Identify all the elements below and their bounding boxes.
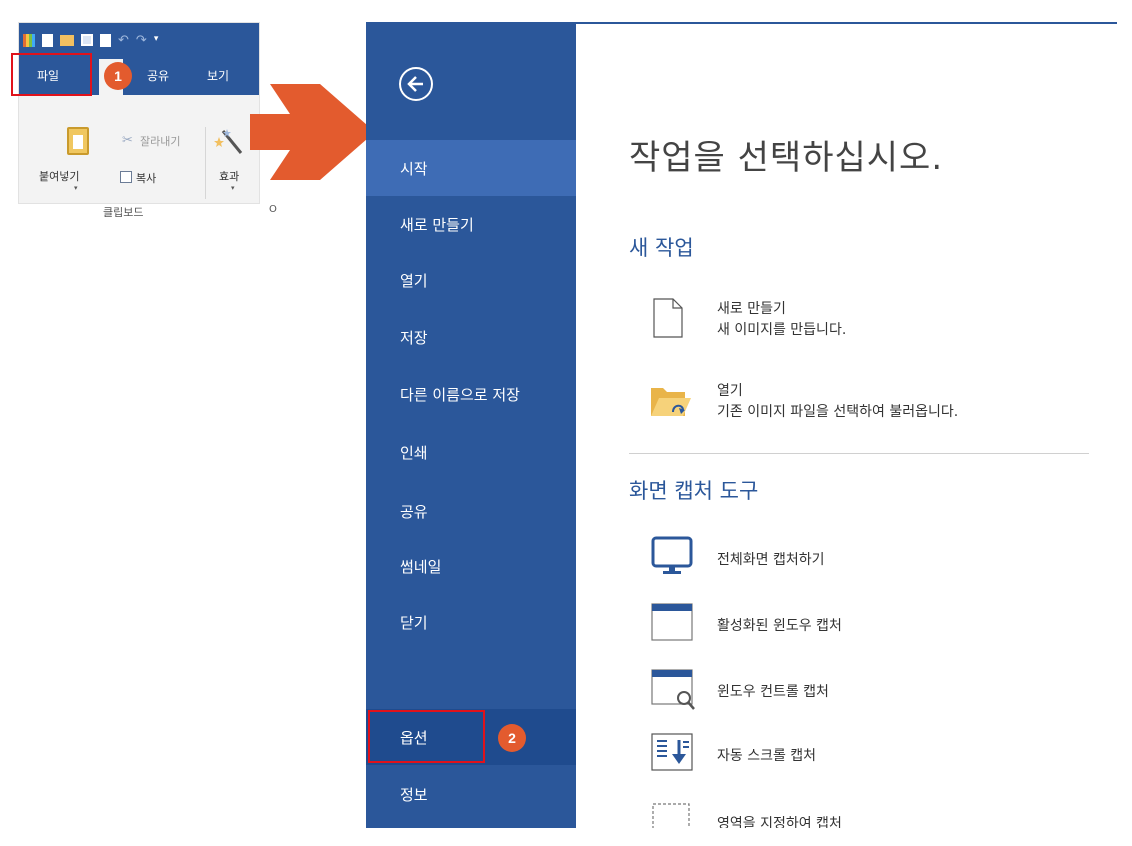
capture-label: 영역을 지정하여 캡처 [717,816,842,828]
open-folder-icon[interactable] [60,34,74,46]
menu-item-save[interactable]: 저장 [366,309,576,365]
menu-item-label: 시작 [400,159,428,178]
tab-share[interactable]: 공유 [147,67,169,84]
region-select-icon [652,803,690,828]
scroll-capture-icon [651,733,693,771]
backstage-view: 시작 새로 만들기 열기 저장 다른 이름으로 저장 인쇄 공유 썸네일 닫기 … [366,22,1117,828]
page-title: 작업을 선택하십시오. [629,138,944,178]
menu-item-label: 닫기 [400,613,428,632]
menu-item-label: 공유 [400,502,428,521]
ribbon-group-divider [205,127,206,199]
active-window-capture-action[interactable]: 활성화된 윈도우 캡처 [629,602,1089,648]
open-image-action[interactable]: 열기 기존 이미지 파일을 선택하여 불러옵니다. [629,378,1089,438]
window-search-icon [651,669,695,710]
copy-icon[interactable] [120,171,132,183]
effect-button[interactable]: 효과 [219,168,239,184]
tab-view[interactable]: 보기 [207,67,229,84]
new-image-action[interactable]: 새로 만들기 새 이미지를 만듭니다. [629,298,1089,358]
menu-item-share[interactable]: 공유 [366,483,576,539]
menu-item-label: 썸네일 [400,557,442,576]
action-description: 기존 이미지 파일을 선택하여 불러옵니다. [717,404,959,420]
menu-item-label: 새로 만들기 [400,215,474,234]
new-document-icon [653,298,683,338]
window-icon [651,603,693,641]
fullscreen-capture-action[interactable]: 전체화면 캡처하기 [629,536,1089,582]
file-tab-highlight [11,53,92,96]
capture-label: 활성화된 윈도우 캡처 [717,618,842,634]
next-group-label: O [269,204,277,215]
print-icon[interactable] [100,33,111,47]
menu-item-label: 인쇄 [400,443,428,462]
customize-toolbar-icon[interactable]: ▾ [154,34,159,47]
paste-dropdown-icon[interactable]: ▾ [74,184,78,192]
region-capture-action[interactable]: 영역을 지정하여 캡처 [629,800,1089,828]
step-1-badge: 1 [104,62,132,90]
menu-item-open[interactable]: 열기 [366,252,576,308]
capture-label: 전체화면 캡처하기 [717,552,825,568]
action-title: 새로 만들기 [717,301,786,317]
cut-button[interactable]: 잘라내기 [140,133,180,149]
copy-button[interactable]: 복사 [136,170,156,186]
back-button[interactable] [399,67,433,101]
menu-item-info[interactable]: 정보 [366,766,576,822]
clipboard-group-label: 클립보드 [103,206,144,219]
backstage-sidebar: 시작 새로 만들기 열기 저장 다른 이름으로 저장 인쇄 공유 썸네일 닫기 … [366,22,576,828]
monitor-icon [651,536,693,574]
window-control-capture-action[interactable]: 윈도우 컨트롤 캡처 [629,668,1089,714]
options-highlight [368,710,485,763]
menu-item-close[interactable]: 닫기 [366,594,576,650]
open-folder-icon [651,388,691,416]
undo-icon[interactable]: ↶ [118,34,129,47]
menu-item-label: 저장 [400,328,428,347]
paste-button[interactable]: 붙여넣기 [39,168,79,184]
action-title: 열기 [717,383,743,399]
auto-scroll-capture-action[interactable]: 자동 스크롤 캡처 [629,732,1089,778]
back-arrow-icon [407,76,423,92]
menu-item-save-as[interactable]: 다른 이름으로 저장 [366,366,576,422]
new-task-heading: 새 작업 [629,236,694,260]
menu-item-start[interactable]: 시작 [366,140,576,196]
backstage-main: 작업을 선택하십시오. 새 작업 새로 만들기 새 이미지를 만듭니다. 열기 … [576,22,1117,828]
quick-access-toolbar: ↶ ↷ ▾ [23,29,158,51]
menu-item-print[interactable]: 인쇄 [366,424,576,480]
effect-dropdown-icon[interactable]: ▾ [231,184,235,192]
menu-item-label: 열기 [400,271,428,290]
capture-label: 자동 스크롤 캡처 [717,748,817,764]
new-file-icon[interactable] [42,33,53,47]
capture-label: 윈도우 컨트롤 캡처 [717,684,829,700]
capture-tools-heading: 화면 캡처 도구 [629,479,759,503]
right-arrow-icon [250,84,375,180]
redo-icon[interactable]: ↷ [136,34,147,47]
ribbon-snippet: ↶ ↷ ▾ 파일 공유 보기 ✂ 잘라내기 붙여넣기 ▾ 복사 효과 ▾ 클립보… [18,22,277,219]
clipboard-icon[interactable] [67,127,89,155]
step-2-badge: 2 [498,724,526,752]
action-description: 새 이미지를 만듭니다. [717,322,847,338]
save-icon[interactable] [81,34,93,46]
scissors-icon[interactable]: ✂ [122,133,133,148]
menu-item-new[interactable]: 새로 만들기 [366,196,576,252]
menu-item-thumbnail[interactable]: 썸네일 [366,538,576,594]
magic-wand-icon[interactable] [213,127,243,157]
menu-item-label: 정보 [400,785,428,804]
menu-item-label: 다른 이름으로 저장 [400,385,520,404]
app-logo-icon [23,33,35,47]
section-divider [629,453,1089,454]
